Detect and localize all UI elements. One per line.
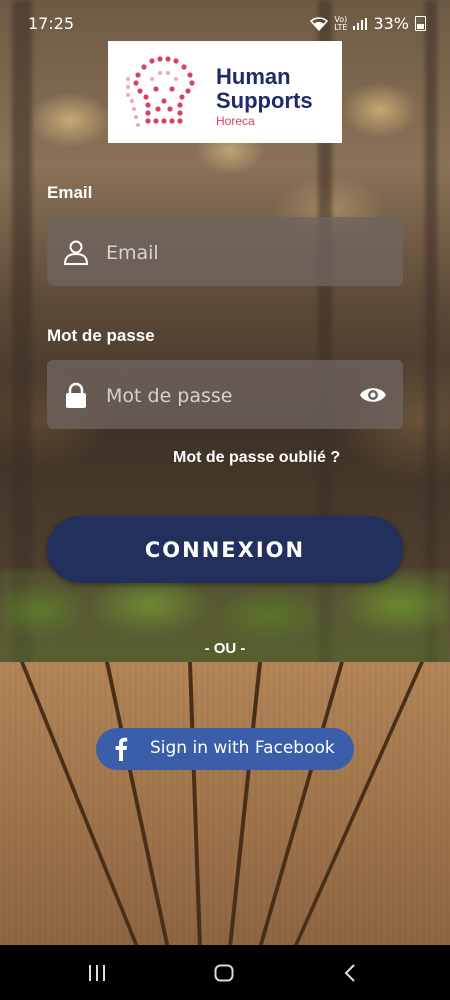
logo: Human Supports Horeca (108, 41, 342, 143)
back-icon (344, 964, 355, 982)
background-pillar (12, 0, 32, 665)
recents-button[interactable] (77, 959, 117, 987)
password-label: Mot de passe (47, 326, 155, 345)
signal-icon (353, 17, 368, 30)
user-icon (63, 240, 89, 265)
logo-title-line2: Supports (216, 88, 313, 113)
connexion-button[interactable]: CONNEXION (47, 516, 403, 583)
logo-text: Human Supports Horeca (216, 64, 313, 129)
or-separator: - OU - (204, 640, 246, 657)
password-field-container[interactable] (47, 360, 403, 431)
status-time: 17:25 (28, 14, 75, 33)
facebook-button-label: Sign in with Facebook (150, 738, 335, 758)
background-wood-table (0, 662, 450, 945)
battery-percentage: 33% (373, 14, 409, 33)
forgot-password-link[interactable]: Mot de passe oublié ? (173, 449, 340, 467)
home-icon (214, 964, 234, 982)
wifi-icon (310, 16, 329, 31)
logo-subtitle: Horeca (216, 114, 255, 128)
recents-icon (89, 965, 105, 981)
back-button[interactable] (330, 959, 370, 987)
facebook-signin-button[interactable]: Sign in with Facebook (96, 728, 354, 770)
lock-icon (66, 382, 86, 408)
volte-indicator: Vo) LTE (334, 14, 348, 32)
status-icons: Vo) LTE 33% (310, 14, 426, 33)
battery-icon (415, 16, 426, 31)
logo-title-line1: Human (216, 64, 291, 89)
logo-chef-icon (126, 56, 195, 127)
email-label: Email (47, 183, 93, 202)
email-input[interactable] (104, 217, 358, 288)
password-input[interactable] (104, 360, 358, 431)
email-field-container[interactable] (47, 217, 403, 288)
eye-icon[interactable] (359, 384, 387, 406)
home-button[interactable] (204, 959, 244, 987)
background-pillar (425, 0, 437, 665)
navigation-bar (0, 945, 450, 1000)
facebook-icon (115, 737, 128, 761)
